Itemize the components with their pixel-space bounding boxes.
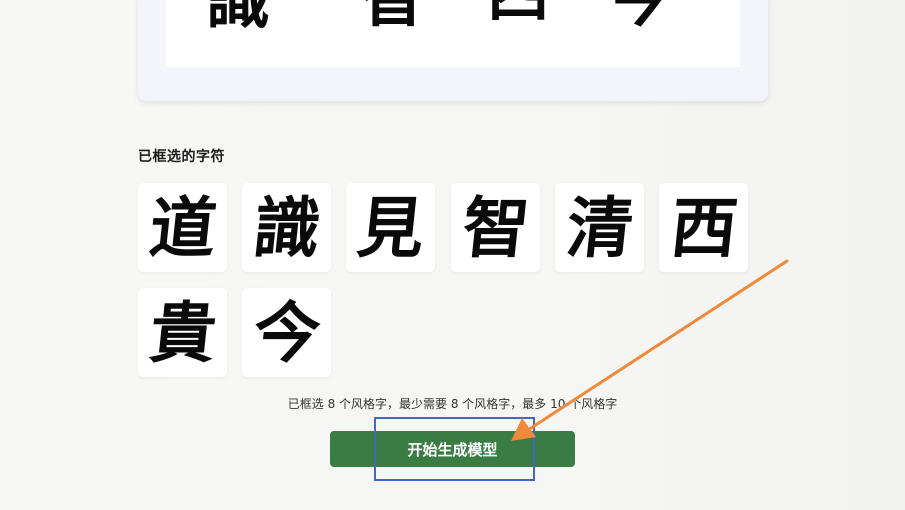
char-tile[interactable]: 智 [451, 183, 540, 272]
strip-char-2: 西 [486, 0, 550, 30]
char-tile[interactable]: 清 [555, 183, 644, 272]
calligraphy-strip: 識 智 西 今 [206, 0, 670, 38]
char-glyph: 見 [353, 188, 428, 267]
page: 識 智 西 今 已框选的字符 道 識 見 智 清 西 貴 今 已框选 8 个风格… [0, 0, 905, 510]
strip-char-3: 今 [606, 0, 670, 36]
selection-status: 已框选 8 个风格字，最少需要 8 个风格字，最多 10 个风格字 [287, 397, 618, 411]
char-tile[interactable]: 見 [346, 183, 435, 272]
strip-char-1: 智 [361, 0, 425, 36]
char-tile[interactable]: 今 [242, 288, 331, 377]
char-glyph: 清 [562, 188, 637, 267]
char-glyph: 西 [666, 188, 741, 267]
char-glyph: 道 [145, 188, 220, 267]
strip-char-0: 識 [206, 0, 270, 38]
char-tile[interactable]: 西 [659, 183, 748, 272]
char-tile[interactable]: 貴 [138, 288, 227, 377]
char-tile[interactable]: 識 [242, 183, 331, 272]
start-generate-model-button[interactable]: 开始生成模型 [330, 431, 575, 467]
reference-image: 識 智 西 今 [166, 0, 740, 67]
selected-chars-heading: 已框选的字符 [138, 149, 225, 165]
char-glyph: 貴 [145, 293, 220, 372]
reference-image-card: 識 智 西 今 [138, 0, 768, 101]
char-glyph: 識 [249, 188, 324, 267]
char-tile[interactable]: 道 [138, 183, 227, 272]
char-glyph: 智 [458, 188, 533, 267]
char-glyph: 今 [249, 293, 324, 372]
